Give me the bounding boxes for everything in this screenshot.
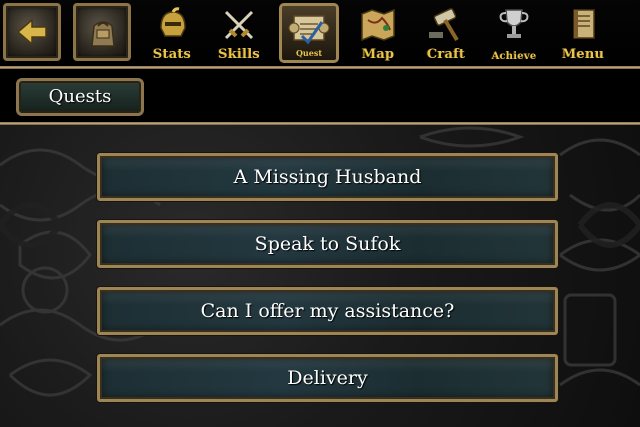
nav-menu[interactable]: Menu <box>553 6 613 64</box>
nav-craft[interactable]: Craft <box>416 6 476 64</box>
quest-item[interactable]: Can I offer my assistance? <box>97 287 558 335</box>
quest-item[interactable]: Delivery <box>97 354 558 402</box>
nav-divider <box>0 66 640 69</box>
skills-swords-icon <box>224 10 254 40</box>
inventory-icon <box>91 21 115 47</box>
back-arrow-icon <box>16 18 47 46</box>
nav-skills[interactable]: Skills <box>209 6 269 64</box>
nav-craft-label: Craft <box>426 47 466 62</box>
nav-map-label: Map <box>361 47 395 62</box>
nav-stats-label: Stats <box>152 47 192 62</box>
top-nav-bar: Stats Skills Quest Map Craft Achieve Men… <box>0 0 640 66</box>
nav-map[interactable]: Map <box>348 6 408 64</box>
quest-scroll-icon <box>288 15 330 45</box>
nav-menu-label: Menu <box>561 47 605 62</box>
stats-helmet-icon <box>160 7 186 37</box>
menu-book-icon <box>573 9 595 39</box>
tab-quests[interactable]: Quests <box>16 78 144 116</box>
nav-achieve-label: Achieve <box>491 51 537 62</box>
inventory-button[interactable] <box>73 3 131 61</box>
quest-item[interactable]: A Missing Husband <box>97 153 558 201</box>
nav-skills-label: Skills <box>218 47 260 62</box>
quest-item[interactable]: Speak to Sufok <box>97 220 558 268</box>
nav-quest-label: Quest <box>295 48 323 58</box>
back-button[interactable] <box>3 3 61 61</box>
map-icon <box>361 8 395 42</box>
craft-hammer-icon <box>429 8 459 42</box>
nav-stats[interactable]: Stats <box>142 6 202 64</box>
nav-achieve[interactable]: Achieve <box>484 6 544 64</box>
achieve-trophy-icon <box>499 9 529 38</box>
nav-quest-active[interactable]: Quest <box>279 3 339 63</box>
